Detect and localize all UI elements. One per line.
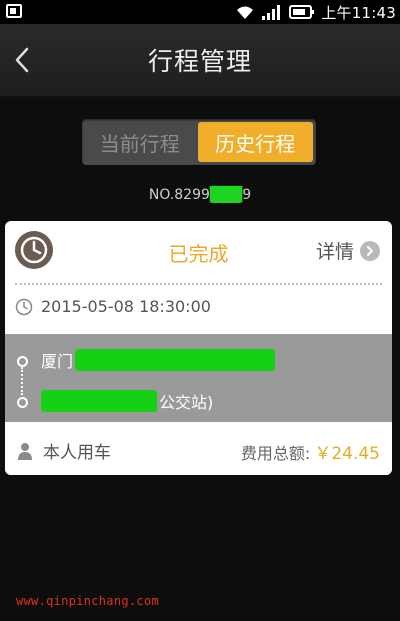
watermark: www.qinpinchang.com	[16, 594, 159, 608]
divider	[15, 283, 382, 285]
end-point-icon	[17, 397, 28, 408]
app-header: 行程管理	[0, 24, 400, 97]
redaction-mark	[75, 349, 276, 371]
details-button[interactable]: 详情	[316, 237, 380, 264]
route-end-label: 公交站)	[159, 393, 214, 412]
redaction-mark: ███	[209, 187, 243, 203]
order-number-prefix: NO.8299	[148, 187, 210, 203]
tab-current-trips[interactable]: 当前行程	[82, 119, 198, 165]
main-content: 当前行程 历史行程 NO.8299███9 已完成 详情 2015-05-08 …	[0, 97, 400, 621]
status-time: 上午11:43	[321, 3, 396, 22]
trip-tabs: 当前行程 历史行程	[82, 119, 316, 165]
rider-label: 本人用车	[43, 443, 111, 463]
tab-history-trips[interactable]: 历史行程	[197, 122, 313, 162]
wifi-icon	[237, 6, 254, 19]
rider-row: 本人用车	[17, 438, 111, 463]
route-start: 厦门	[41, 348, 276, 372]
trip-time-row: 2015-05-08 18:30:00	[15, 297, 211, 316]
notification-icon	[6, 4, 22, 18]
fee-label: 费用总额:	[240, 444, 311, 463]
details-label: 详情	[315, 241, 354, 263]
trip-card-footer: 本人用车 费用总额: ￥24.45	[5, 422, 392, 475]
order-number: NO.8299███9	[0, 187, 400, 203]
page-title: 行程管理	[147, 47, 252, 76]
fee-value: ￥24.45	[314, 444, 380, 464]
clock-icon	[15, 298, 33, 315]
battery-icon	[289, 5, 315, 19]
order-number-suffix: 9	[242, 187, 252, 203]
route-block: 厦门 公交站)	[5, 334, 392, 422]
fee-row: 费用总额: ￥24.45	[241, 439, 380, 464]
route-start-label: 厦门	[41, 352, 74, 371]
trip-time: 2015-05-08 18:30:00	[41, 297, 211, 316]
start-point-icon	[17, 356, 28, 367]
chevron-right-icon	[360, 240, 380, 261]
person-icon	[18, 442, 32, 460]
signal-icon	[262, 5, 281, 20]
status-bar: 上午11:43	[0, 0, 400, 24]
status-icons: 上午11:43	[235, 2, 396, 22]
trip-card[interactable]: 已完成 详情 2015-05-08 18:30:00 厦门 公交站) 本人用车 …	[5, 221, 392, 475]
route-end: 公交站)	[41, 389, 213, 413]
route-line	[21, 367, 23, 395]
trip-card-header: 已完成 详情	[5, 221, 392, 281]
redaction-mark	[41, 390, 157, 412]
